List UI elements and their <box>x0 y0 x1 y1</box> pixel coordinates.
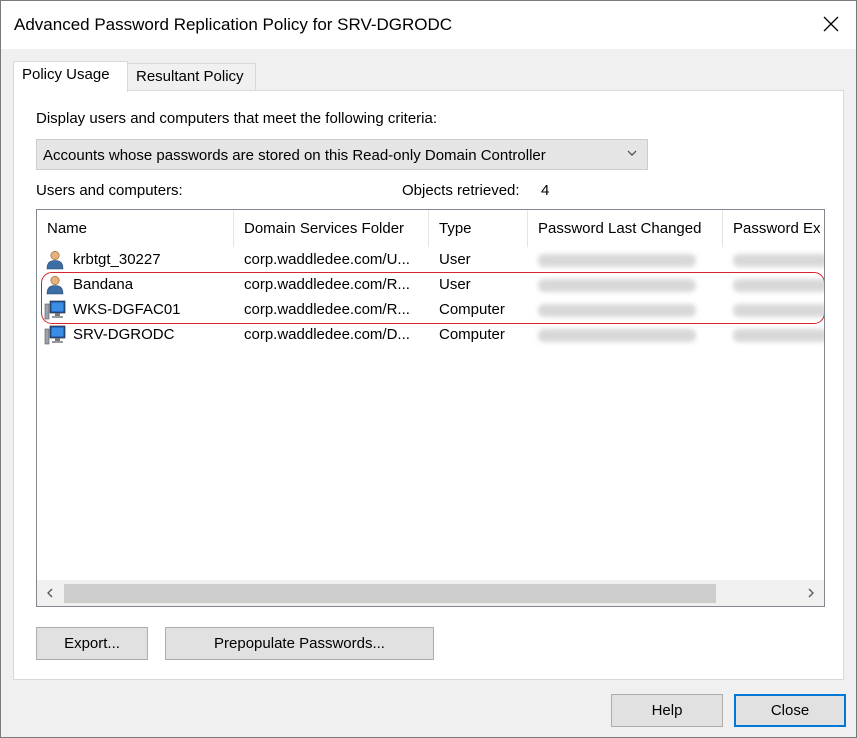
computer-icon <box>44 325 66 345</box>
user-icon <box>46 251 64 270</box>
row-type: Computer <box>439 326 505 343</box>
close-window-button[interactable] <box>807 1 855 47</box>
chevron-down-icon <box>627 150 637 156</box>
objects-retrieved-count: 4 <box>541 182 550 199</box>
chevron-left-icon <box>47 588 53 598</box>
row-password-changed-redacted <box>538 279 696 292</box>
table-row[interactable]: SRV-DGRODC corp.waddledee.com/D... Compu… <box>37 323 824 348</box>
export-button[interactable]: Export... <box>36 627 148 660</box>
policy-usage-panel: Display users and computers that meet th… <box>13 90 844 680</box>
tab-resultant-policy-label: Resultant Policy <box>136 68 244 85</box>
close-button[interactable]: Close <box>734 694 846 727</box>
row-type: User <box>439 251 471 268</box>
user-icon <box>46 276 64 295</box>
title-bar: Advanced Password Replication Policy for… <box>1 1 856 49</box>
tab-resultant-policy[interactable]: Resultant Policy <box>127 63 256 91</box>
horizontal-scrollbar[interactable] <box>37 580 824 606</box>
tab-policy-usage-label: Policy Usage <box>22 66 110 83</box>
row-folder: corp.waddledee.com/R... <box>244 276 410 293</box>
row-name: WKS-DGFAC01 <box>73 301 181 318</box>
row-password-expires-redacted <box>733 304 824 317</box>
criteria-dropdown[interactable]: Accounts whose passwords are stored on t… <box>36 139 648 170</box>
row-folder: corp.waddledee.com/D... <box>244 326 410 343</box>
help-button[interactable]: Help <box>611 694 723 727</box>
objects-retrieved-label: Objects retrieved: <box>402 182 520 199</box>
criteria-label: Display users and computers that meet th… <box>36 110 438 127</box>
column-header-folder[interactable]: Domain Services Folder <box>234 210 429 247</box>
row-type: User <box>439 276 471 293</box>
computer-icon <box>44 300 66 320</box>
row-password-changed-redacted <box>538 304 696 317</box>
row-name: krbtgt_30227 <box>73 251 161 268</box>
table-row[interactable]: krbtgt_30227 corp.waddledee.com/U... Use… <box>37 248 824 273</box>
table-row[interactable]: WKS-DGFAC01 corp.waddledee.com/R... Comp… <box>37 298 824 323</box>
accounts-list[interactable]: Name Domain Services Folder Type Passwor… <box>36 209 825 607</box>
dialog-window: Advanced Password Replication Policy for… <box>0 0 857 738</box>
scroll-thumb[interactable] <box>64 584 716 603</box>
list-header: Name Domain Services Folder Type Passwor… <box>37 210 824 247</box>
column-header-name[interactable]: Name <box>37 210 234 247</box>
row-password-changed-redacted <box>538 329 696 342</box>
users-and-computers-label: Users and computers: <box>36 182 183 199</box>
row-folder: corp.waddledee.com/U... <box>244 251 410 268</box>
chevron-right-icon <box>808 588 814 598</box>
row-password-changed-redacted <box>538 254 696 267</box>
row-password-expires-redacted <box>733 254 824 267</box>
close-icon <box>823 16 839 32</box>
scroll-right-button[interactable] <box>798 580 824 606</box>
row-type: Computer <box>439 301 505 318</box>
criteria-dropdown-value: Accounts whose passwords are stored on t… <box>43 147 546 164</box>
row-name: SRV-DGRODC <box>73 326 175 343</box>
column-header-password-expires[interactable]: Password Ex <box>723 210 824 247</box>
column-header-type[interactable]: Type <box>429 210 528 247</box>
tab-policy-usage[interactable]: Policy Usage <box>13 61 128 92</box>
column-header-password-last-changed[interactable]: Password Last Changed <box>528 210 723 247</box>
scroll-left-button[interactable] <box>37 580 63 606</box>
row-password-expires-redacted <box>733 279 824 292</box>
row-folder: corp.waddledee.com/R... <box>244 301 410 318</box>
row-name: Bandana <box>73 276 134 293</box>
window-title: Advanced Password Replication Policy for… <box>14 15 453 34</box>
row-password-expires-redacted <box>733 329 824 342</box>
prepopulate-passwords-button[interactable]: Prepopulate Passwords... <box>165 627 434 660</box>
table-row[interactable]: Bandana corp.waddledee.com/R... User <box>37 273 824 298</box>
